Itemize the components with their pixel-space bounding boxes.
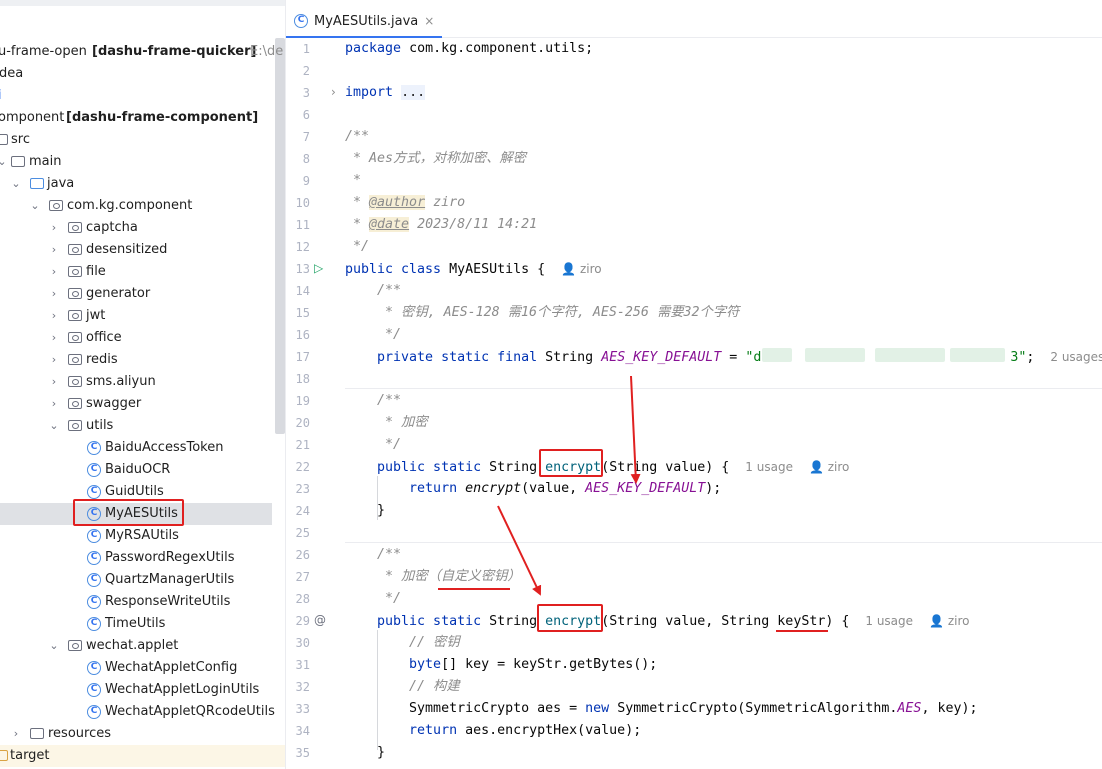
annotation-arrows [497, 375, 641, 596]
annotation-arrow-1 [630, 375, 641, 484]
annotation-arrow-2 [497, 505, 542, 596]
